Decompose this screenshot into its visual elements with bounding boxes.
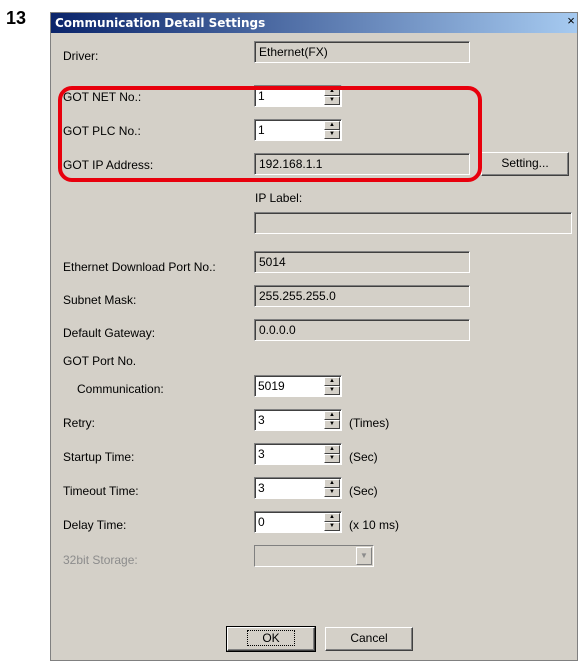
- storage-32bit-combo: ▼: [254, 545, 374, 567]
- delay-time-spinner[interactable]: 0 ▲ ▼: [254, 511, 342, 533]
- startup-time-value: 3: [258, 447, 265, 461]
- down-arrow-icon[interactable]: ▼: [324, 420, 340, 429]
- delay-time-label: Delay Time:: [63, 518, 127, 532]
- ok-button[interactable]: OK: [226, 626, 316, 652]
- ethernet-download-port-label: Ethernet Download Port No.:: [63, 260, 216, 274]
- driver-label: Driver:: [63, 49, 99, 63]
- down-arrow-icon[interactable]: ▼: [324, 130, 340, 139]
- subnet-mask-value: 255.255.255.0: [259, 289, 336, 303]
- communication-value: 5019: [258, 379, 285, 393]
- up-arrow-icon[interactable]: ▲: [324, 121, 340, 130]
- ok-button-label: OK: [247, 630, 295, 646]
- up-arrow-icon[interactable]: ▲: [324, 411, 340, 420]
- window-title: Communication Detail Settings: [55, 16, 266, 30]
- up-arrow-icon[interactable]: ▲: [324, 479, 340, 488]
- ethernet-download-port-value: 5014: [259, 255, 286, 269]
- down-arrow-icon[interactable]: ▼: [324, 454, 340, 463]
- ip-label-label: IP Label:: [255, 191, 303, 205]
- default-gateway-value: 0.0.0.0: [259, 323, 296, 337]
- close-icon[interactable]: ×: [563, 13, 579, 29]
- title-bar: Communication Detail Settings ×: [51, 13, 577, 33]
- chevron-down-icon: ▼: [356, 547, 372, 565]
- driver-value: Ethernet(FX): [259, 45, 328, 59]
- got-net-no-label: GOT NET No.:: [63, 90, 142, 104]
- communication-detail-settings-dialog: Communication Detail Settings × Driver: …: [50, 12, 578, 661]
- subnet-mask-label: Subnet Mask:: [63, 293, 137, 307]
- cancel-button[interactable]: Cancel: [325, 627, 413, 651]
- up-arrow-icon[interactable]: ▲: [324, 377, 340, 386]
- down-arrow-icon[interactable]: ▼: [324, 488, 340, 497]
- timeout-time-spinner[interactable]: 3 ▲ ▼: [254, 477, 342, 499]
- got-net-no-spinner[interactable]: 1 ▲ ▼: [254, 85, 342, 107]
- down-arrow-icon[interactable]: ▼: [324, 96, 340, 105]
- got-ip-address-label: GOT IP Address:: [63, 158, 154, 172]
- up-arrow-icon[interactable]: ▲: [324, 445, 340, 454]
- step-number: 13: [6, 8, 27, 28]
- down-arrow-icon[interactable]: ▼: [324, 386, 340, 395]
- driver-field: Ethernet(FX): [254, 41, 470, 63]
- retry-label: Retry:: [63, 416, 96, 430]
- got-ip-address-field: 192.168.1.1: [254, 153, 470, 175]
- up-arrow-icon[interactable]: ▲: [324, 87, 340, 96]
- delay-time-value: 0: [258, 515, 265, 529]
- startup-time-spinner[interactable]: 3 ▲ ▼: [254, 443, 342, 465]
- got-ip-address-value: 192.168.1.1: [259, 157, 323, 171]
- startup-time-unit: (Sec): [349, 450, 378, 464]
- ethernet-download-port-field: 5014: [254, 251, 470, 273]
- communication-label: Communication:: [77, 382, 164, 396]
- delay-time-unit: (x 10 ms): [349, 518, 400, 532]
- got-plc-no-spinner[interactable]: 1 ▲ ▼: [254, 119, 342, 141]
- communication-spinner[interactable]: 5019 ▲ ▼: [254, 375, 342, 397]
- startup-time-label: Startup Time:: [63, 450, 135, 464]
- setting-button[interactable]: Setting...: [481, 152, 569, 176]
- retry-value: 3: [258, 413, 265, 427]
- got-plc-no-label: GOT PLC No.:: [63, 124, 141, 138]
- timeout-time-unit: (Sec): [349, 484, 378, 498]
- up-arrow-icon[interactable]: ▲: [324, 513, 340, 522]
- got-net-no-value: 1: [258, 89, 265, 103]
- timeout-time-value: 3: [258, 481, 265, 495]
- timeout-time-label: Timeout Time:: [63, 484, 139, 498]
- got-plc-no-value: 1: [258, 123, 265, 137]
- ip-label-field: [254, 212, 572, 234]
- storage-32bit-label: 32bit Storage:: [63, 553, 138, 567]
- subnet-mask-field: 255.255.255.0: [254, 285, 470, 307]
- retry-spinner[interactable]: 3 ▲ ▼: [254, 409, 342, 431]
- default-gateway-label: Default Gateway:: [63, 326, 156, 340]
- default-gateway-field: 0.0.0.0: [254, 319, 470, 341]
- down-arrow-icon[interactable]: ▼: [324, 522, 340, 531]
- got-port-heading: GOT Port No.: [63, 354, 137, 368]
- retry-unit: (Times): [349, 416, 390, 430]
